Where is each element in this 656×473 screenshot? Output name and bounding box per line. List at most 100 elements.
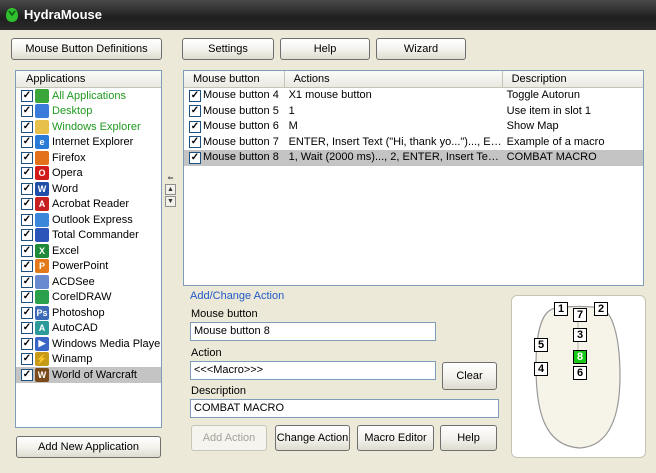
checkbox[interactable]: ✓ <box>189 105 201 118</box>
application-label: Windows Media Player <box>52 337 162 350</box>
actions-table[interactable]: Mouse button Actions Description ✓ Mouse … <box>183 70 644 286</box>
application-item[interactable]: ✓ ▶ Windows Media Player <box>16 336 161 352</box>
folder-icon <box>35 119 49 134</box>
action-cell: X1 mouse button <box>288 89 372 101</box>
application-item[interactable]: ✓ ⚡ Winamp <box>16 352 161 368</box>
mouse-button-8[interactable]: 8 <box>573 350 587 364</box>
help-action-button[interactable]: Help <box>440 425 497 451</box>
applications-header[interactable]: Applications <box>16 71 161 88</box>
mouse-button-6[interactable]: 6 <box>573 366 587 380</box>
checkbox[interactable]: ✓ <box>21 198 33 211</box>
column-header-actions[interactable]: Actions <box>285 71 503 87</box>
application-item[interactable]: ✓ P PowerPoint <box>16 259 161 275</box>
checkbox[interactable]: ✓ <box>189 136 201 149</box>
checkbox[interactable]: ✓ <box>21 291 33 304</box>
mouse-button-5[interactable]: 5 <box>534 338 548 352</box>
add-action-button[interactable]: Add Action <box>191 425 267 451</box>
application-item[interactable]: ✓ Ps Photoshop <box>16 305 161 321</box>
change-action-button[interactable]: Change Action <box>275 425 350 451</box>
checkbox[interactable]: ✓ <box>21 213 33 226</box>
clear-button[interactable]: Clear <box>442 362 497 390</box>
checkbox[interactable]: ✓ <box>21 275 33 288</box>
application-label: Outlook Express <box>52 213 133 226</box>
checkbox[interactable]: ✓ <box>21 322 33 335</box>
checkbox[interactable]: ✓ <box>189 151 201 164</box>
add-new-application-button[interactable]: Add New Application <box>16 436 161 458</box>
mouse-button-definitions-button[interactable]: Mouse Button Definitions <box>11 38 162 60</box>
application-item[interactable]: ✓ X Excel <box>16 243 161 259</box>
table-header: Mouse button Actions Description <box>184 71 643 88</box>
application-item[interactable]: ✓ A Acrobat Reader <box>16 197 161 213</box>
application-label: Windows Explorer <box>52 120 141 133</box>
hydramouse-logo-icon <box>6 8 18 22</box>
application-item[interactable]: ✓ A AutoCAD <box>16 321 161 337</box>
checkbox[interactable]: ✓ <box>189 120 201 133</box>
mouse-button-text: Mouse button 8 <box>203 151 279 163</box>
mouse-button-1[interactable]: 1 <box>554 302 568 316</box>
checkbox[interactable]: ✓ <box>21 120 33 133</box>
help-button[interactable]: Help <box>280 38 370 60</box>
table-row[interactable]: ✓ Mouse button 8 1, Wait (2000 ms)..., 2, … <box>184 150 643 166</box>
application-item[interactable]: ✓ Desktop <box>16 104 161 120</box>
winamp-icon: ⚡ <box>35 352 49 367</box>
move-up-button[interactable]: ▲ <box>165 184 176 195</box>
description-label: Description <box>191 385 247 397</box>
table-row[interactable]: ✓ Mouse button 5 1 Use item in slot 1 <box>184 104 643 120</box>
outlook-icon <box>35 212 49 227</box>
mouse-button-text: Mouse button 4 <box>203 89 279 101</box>
checkbox[interactable]: ✓ <box>21 167 33 180</box>
applications-list[interactable]: Applications ✓ All Applications ✓ Desktop ✓ W… <box>15 70 162 428</box>
checkbox[interactable]: ✓ <box>21 306 33 319</box>
application-item[interactable]: ✓ Firefox <box>16 150 161 166</box>
application-item[interactable]: ✓ Outlook Express <box>16 212 161 228</box>
application-item[interactable]: ✓ e Internet Explorer <box>16 135 161 151</box>
action-field[interactable]: <<<Macro>>> <box>190 361 436 380</box>
application-item[interactable]: ✓ All Applications <box>16 88 161 104</box>
checkbox[interactable]: ✓ <box>21 89 33 102</box>
application-label: Excel <box>52 244 79 257</box>
application-item[interactable]: ✓ W Word <box>16 181 161 197</box>
checkbox[interactable]: ✓ <box>21 229 33 242</box>
application-item[interactable]: ✓ CorelDRAW <box>16 290 161 306</box>
application-label: Word <box>52 182 79 195</box>
checkbox[interactable]: ✓ <box>21 244 33 257</box>
table-row[interactable]: ✓ Mouse button 7 ENTER, Insert Text ("Hi, … <box>184 135 643 151</box>
application-item[interactable]: ✓ W World of Warcraft <box>16 367 161 383</box>
mouse-button-label: Mouse button <box>191 308 258 320</box>
description-cell: Show Map <box>506 120 559 132</box>
macro-editor-button[interactable]: Macro Editor <box>357 425 434 451</box>
move-down-button[interactable]: ▼ <box>165 196 176 207</box>
table-row[interactable]: ✓ Mouse button 4 X1 mouse button Toggle Aut… <box>184 88 643 104</box>
table-row[interactable]: ✓ Mouse button 6 M Show Map <box>184 119 643 135</box>
checkbox[interactable]: ✓ <box>21 182 33 195</box>
checkbox[interactable]: ✓ <box>21 368 33 381</box>
checkbox[interactable]: ✓ <box>189 89 201 102</box>
action-cell: 1, Wait (2000 ms)..., 2, ENTER, Insert T… <box>288 151 503 163</box>
excel-icon: X <box>35 243 49 258</box>
column-header-description[interactable]: Description <box>503 71 643 87</box>
application-label: AutoCAD <box>52 322 98 335</box>
checkbox[interactable]: ✓ <box>21 105 33 118</box>
checkbox[interactable]: ✓ <box>21 151 33 164</box>
application-item[interactable]: ✓ O Opera <box>16 166 161 182</box>
arrow-left-icon[interactable]: ⇐ <box>165 172 176 183</box>
mouse-button-2[interactable]: 2 <box>594 302 608 316</box>
mouse-button-field[interactable]: Mouse button 8 <box>190 322 436 341</box>
checkbox[interactable]: ✓ <box>21 353 33 366</box>
application-item[interactable]: ✓ Total Commander <box>16 228 161 244</box>
mouse-button-7[interactable]: 7 <box>573 308 587 322</box>
description-field[interactable]: COMBAT MACRO <box>190 399 499 418</box>
application-item[interactable]: ✓ ACDSee <box>16 274 161 290</box>
application-label: Photoshop <box>52 306 105 319</box>
checkbox[interactable]: ✓ <box>21 337 33 350</box>
window-title: HydraMouse <box>24 7 103 22</box>
checkbox[interactable]: ✓ <box>21 260 33 273</box>
checkbox[interactable]: ✓ <box>21 136 33 149</box>
mouse-button-3[interactable]: 3 <box>573 328 587 342</box>
application-label: Acrobat Reader <box>52 198 130 211</box>
mouse-button-4[interactable]: 4 <box>534 362 548 376</box>
wizard-button[interactable]: Wizard <box>376 38 466 60</box>
column-header-mouse-button[interactable]: Mouse button <box>184 71 285 87</box>
application-item[interactable]: ✓ Windows Explorer <box>16 119 161 135</box>
settings-button[interactable]: Settings <box>182 38 274 60</box>
